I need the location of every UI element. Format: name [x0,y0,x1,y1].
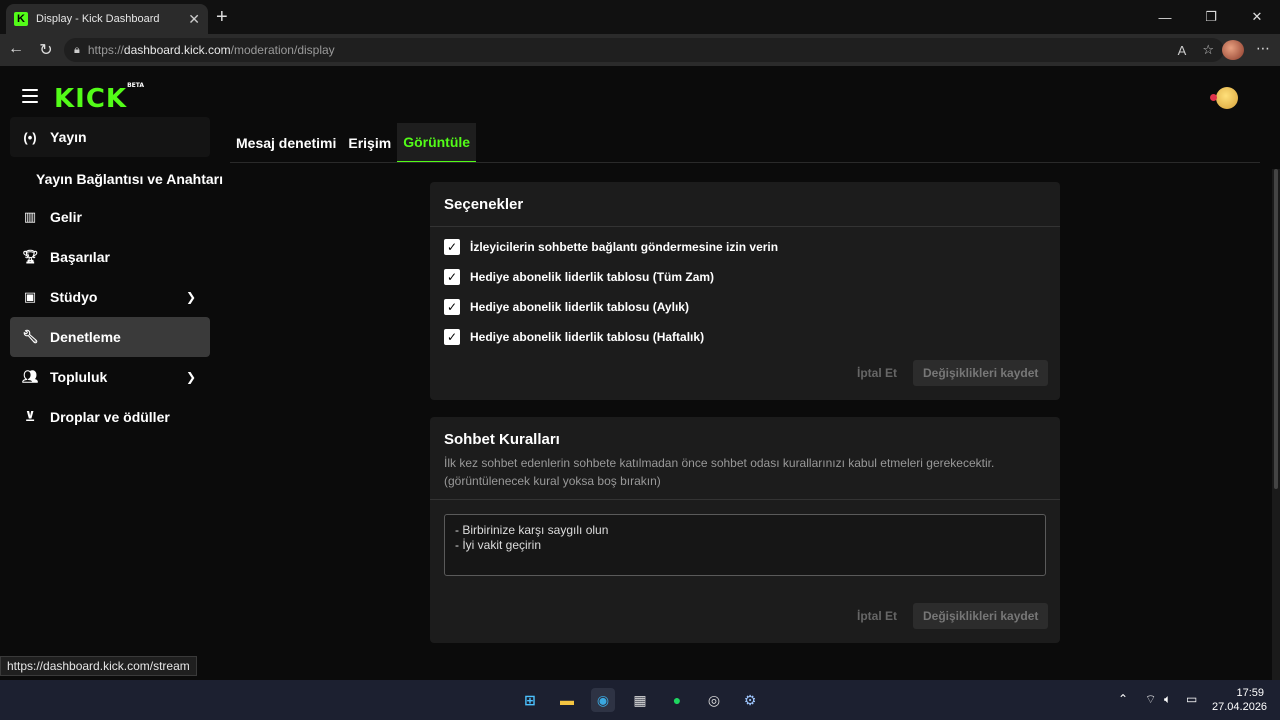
studio-icon: ▣ [23,289,37,304]
sidebar-item-label: Gelir [50,209,82,225]
url-input[interactable]: 🔒︎ https://dashboard.kick.com/moderation… [64,38,1224,62]
tab-mesaj-denetimi[interactable]: Mesaj denetimi [230,123,342,163]
volume-icon[interactable]: 🔈︎ [1164,692,1171,707]
checkbox-checked-icon[interactable]: ✓ [444,239,460,255]
option-label: Hediye abonelik liderlik tablosu (Haftal… [470,330,705,344]
chat-rules-textarea[interactable]: - Birbirinize karşı saygılı olun - İyi v… [444,514,1046,576]
checkbox-checked-icon[interactable]: ✓ [444,299,460,315]
option-label: Hediye abonelik liderlik tablosu (Tüm Za… [470,270,715,284]
chat-rules-card: Sohbet Kuralları İlk kez sohbet edenleri… [430,417,1060,643]
user-avatar[interactable] [1210,87,1238,109]
option-row[interactable]: ✓ İzleyicilerin sohbette bağlantı gönder… [444,239,778,255]
minimize-icon[interactable]: — [1142,0,1188,34]
sidebar-item-droplar[interactable]: ⊻ Droplar ve ödüller [10,397,210,437]
window-controls: — ❐ ✕ [1142,0,1280,34]
sidebar-item-topluluk[interactable]: 👥︎ Topluluk ❯ [10,357,210,397]
windows-taskbar: ⊞ ▬ ◉ ▦ ● ◎ ⚙︎ ⌃ ⌔ 🔈︎ ▭ 17:59 27.04.2026 [0,680,1280,720]
close-window-icon[interactable]: ✕ [1234,0,1280,34]
tab-erisim[interactable]: Erişim [342,123,397,163]
read-aloud-icon[interactable]: A [1178,43,1187,58]
option-row[interactable]: ✓ Hediye abonelik liderlik tablosu (Aylı… [444,299,689,315]
wrench-icon: 🔧︎ [22,329,39,344]
chat-rules-description: İlk kez sohbet edenlerin sohbete katılma… [444,456,995,488]
chevron-down-icon[interactable]: ❯ [186,370,196,384]
sidebar-item-label: Stüdyo [50,289,98,305]
cancel-button[interactable]: İptal Et [857,609,897,623]
save-button[interactable]: Değişiklikleri kaydet [913,603,1049,629]
kick-logo[interactable]: KICKBETA [54,82,144,114]
refresh-icon[interactable]: ↻ [36,40,56,60]
spotify-icon[interactable]: ● [665,688,689,712]
sidebar-subitem-stream-key[interactable]: Yayın Bağlantısı ve Anahtarı [36,171,223,187]
favorite-star-icon[interactable]: ☆ [1202,42,1214,58]
checkbox-checked-icon[interactable]: ✓ [444,329,460,345]
page-viewport: KICKBETA (•) Yayın Yayın Bağlantısı ve A… [0,66,1280,680]
close-tab-icon[interactable]: ✕ [188,11,200,28]
broadcast-icon: (•) [23,129,37,145]
steam-icon[interactable]: ⚙︎ [738,688,762,712]
more-menu-icon[interactable]: ⋯ [1256,40,1270,57]
wifi-icon[interactable]: ⌔ [1145,692,1156,707]
drops-icon: ⊻ [24,409,36,424]
back-icon[interactable]: ← [6,40,26,58]
taskbar-clock[interactable]: 17:59 27.04.2026 [1212,686,1267,714]
chrome-icon[interactable]: ◎ [702,688,726,712]
restore-icon[interactable]: ❐ [1188,0,1234,34]
url-text: https://dashboard.kick.com/moderation/di… [87,43,335,57]
browser-tab[interactable]: K Display - Kick Dashboard ✕ [6,4,208,34]
moderation-tabs: Mesaj denetimi Erişim Görüntüle [230,123,477,163]
page-scrollbar[interactable] [1272,169,1280,680]
sidebar-item-label: Denetleme [50,329,121,345]
chat-rules-title: Sohbet Kuralları [444,431,560,448]
sidebar-item-gelir[interactable]: ▥ Gelir [10,197,210,237]
store-icon[interactable]: ▦ [628,688,652,712]
sidebar-item-studyo[interactable]: ▣ Stüdyo ❯ [10,277,210,317]
chevron-down-icon[interactable]: ❯ [186,290,196,304]
sidebar-item-basarilar[interactable]: 🏆︎ Başarılar [10,237,210,277]
chat-rules-divider [430,499,1060,500]
edge-browser-icon[interactable]: ◉ [591,688,615,712]
options-divider [430,226,1060,227]
community-icon: 👥︎ [22,369,39,384]
sidebar-item-label: Droplar ve ödüller [50,409,170,425]
new-tab-button[interactable]: + [216,6,228,28]
tray-chevron-up-icon[interactable]: ⌃ [1118,692,1128,706]
file-explorer-icon[interactable]: ▬ [555,688,579,712]
sidebar-item-yayin[interactable]: (•) Yayın [10,117,210,157]
options-title: Seçenekler [444,196,524,213]
tab-title: Display - Kick Dashboard [36,13,160,25]
battery-icon[interactable]: ▭ [1186,692,1197,706]
options-card: Seçenekler ✓ İzleyicilerin sohbette bağl… [430,182,1060,400]
hamburger-menu-icon[interactable] [22,89,38,103]
status-bar-url: https://dashboard.kick.com/stream [0,656,197,676]
cancel-button[interactable]: İptal Et [857,366,897,380]
windows-start-icon[interactable]: ⊞ [518,688,542,712]
option-row[interactable]: ✓ Hediye abonelik liderlik tablosu (Tüm … [444,269,714,285]
trophy-icon: 🏆︎ [22,249,39,264]
save-button[interactable]: Değişiklikleri kaydet [913,360,1049,386]
browser-profile-avatar[interactable] [1222,40,1244,60]
option-label: Hediye abonelik liderlik tablosu (Aylık) [470,300,689,314]
browser-tab-bar: K Display - Kick Dashboard ✕ + — ❐ ✕ [0,0,1280,34]
checkbox-checked-icon[interactable]: ✓ [444,269,460,285]
notification-dot [1210,94,1217,101]
option-label: İzleyicilerin sohbette bağlantı gönderme… [470,240,779,254]
kick-favicon-icon: K [14,12,28,26]
sidebar-item-denetleme[interactable]: 🔧︎ Denetleme [10,317,210,357]
tabs-divider [230,162,1260,163]
tab-goruntule[interactable]: Görüntüle [397,123,477,163]
option-row[interactable]: ✓ Hediye abonelik liderlik tablosu (Haft… [444,329,704,345]
lock-icon: 🔒︎ [74,43,80,56]
sidebar-item-label: Başarılar [50,249,110,265]
sidebar-item-label: Topluluk [50,369,108,385]
address-bar: ← ↻ 🔒︎ https://dashboard.kick.com/modera… [0,34,1280,66]
sidebar-item-label: Yayın [50,129,87,145]
chart-icon: ▥ [23,209,37,224]
